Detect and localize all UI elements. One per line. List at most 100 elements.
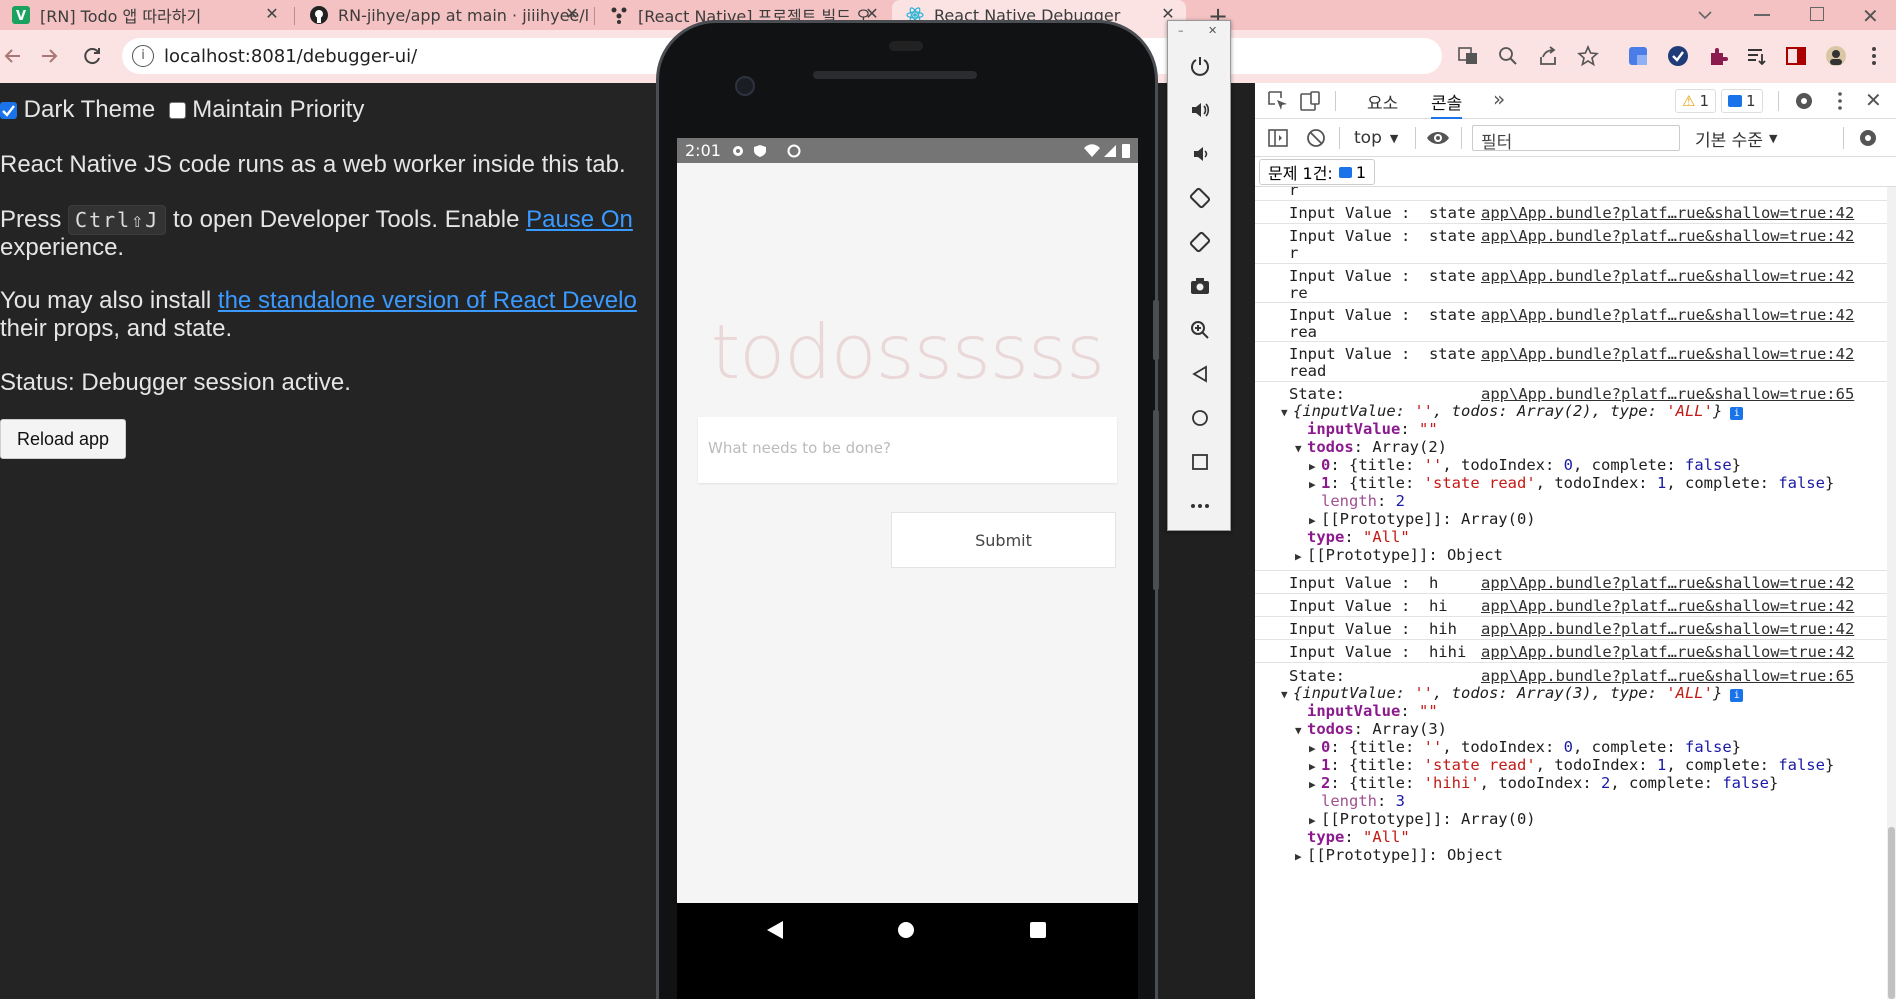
settings-gear-icon[interactable]: [1793, 90, 1815, 112]
nav-recents-icon[interactable]: [1030, 922, 1046, 938]
emulator-screen[interactable]: 2:01 todossssss What needs to be done? S…: [677, 138, 1138, 903]
reload-icon[interactable]: [80, 44, 104, 68]
window-close-icon[interactable]: ✕: [1862, 4, 1879, 28]
volume-down-icon[interactable]: [1188, 142, 1212, 166]
share-icon[interactable]: [1536, 44, 1560, 68]
property-todos[interactable]: ▼ todos: Array(3): [1295, 720, 1447, 738]
clear-console-icon[interactable]: [1305, 127, 1327, 149]
log-source-link[interactable]: app\App.bundle?platf…rue&shallow=true:42: [1481, 597, 1854, 615]
prototype-object-row[interactable]: ▶ [[Prototype]]: Object: [1295, 846, 1503, 864]
nav-home-icon[interactable]: [897, 921, 915, 939]
todo-input[interactable]: What needs to be done?: [698, 417, 1117, 483]
prototype-array-row[interactable]: ▶ [[Prototype]]: Array(0): [1309, 510, 1536, 528]
menu-icon[interactable]: [1862, 44, 1886, 68]
info-icon[interactable]: i: [1730, 407, 1744, 420]
rotate-left-icon[interactable]: [1188, 186, 1212, 210]
pause-on-link[interactable]: Pause On: [526, 206, 633, 233]
log-source-link[interactable]: app\App.bundle?platf…rue&shallow=true:65: [1481, 667, 1854, 685]
extensions-icon[interactable]: [1706, 44, 1730, 68]
more-menu-icon[interactable]: [1829, 90, 1851, 112]
dark-theme-checkbox[interactable]: [0, 102, 17, 119]
svg-text:V: V: [16, 9, 26, 24]
volume-up-icon[interactable]: [1188, 98, 1212, 122]
item-complete: false: [1685, 456, 1732, 474]
submit-button[interactable]: Submit: [891, 512, 1116, 568]
issues-button[interactable]: 문제 1건: 1: [1259, 159, 1376, 185]
side-panel-icon[interactable]: [1784, 44, 1808, 68]
log-source-link[interactable]: app\App.bundle?platf…rue&shallow=true:42: [1481, 306, 1854, 324]
emu-close-icon[interactable]: ✕: [1208, 24, 1217, 37]
reading-list-icon[interactable]: [1744, 44, 1768, 68]
standalone-devtools-link[interactable]: the standalone version of React Develo: [218, 287, 637, 314]
prototype-array-row[interactable]: ▶ [[Prototype]]: Array(0): [1309, 810, 1536, 828]
close-icon[interactable]: ✕: [264, 6, 280, 22]
device-toggle-icon[interactable]: [1299, 90, 1321, 112]
log-source-link[interactable]: app\App.bundle?platf…rue&shallow=true:42: [1481, 227, 1854, 245]
warning-counter[interactable]: ⚠ 1: [1675, 89, 1716, 113]
reload-app-button[interactable]: Reload app: [0, 419, 126, 459]
minimize-icon[interactable]: [1754, 14, 1770, 16]
power-icon[interactable]: [1188, 54, 1212, 78]
back-icon[interactable]: [1188, 362, 1212, 386]
log-continuation: read: [1289, 362, 1327, 380]
info-icon[interactable]: i: [1730, 689, 1744, 702]
emu-minimize-icon[interactable]: –: [1178, 24, 1184, 37]
console-settings-gear-icon[interactable]: [1857, 127, 1879, 149]
log-levels-dropdown[interactable]: 기본 수준 ▼: [1695, 126, 1777, 151]
todo-item-row[interactable]: ▶ 0: {title: '', todoIndex: 0, complete: …: [1309, 456, 1741, 474]
overview-icon[interactable]: [1188, 450, 1212, 474]
forward-icon[interactable]: [38, 44, 62, 68]
restore-icon[interactable]: [1810, 7, 1824, 21]
inspect-element-icon[interactable]: [1267, 90, 1289, 112]
log-source-link[interactable]: app\App.bundle?platf…rue&shallow=true:42: [1481, 574, 1854, 592]
translate-extension-icon[interactable]: [1626, 44, 1650, 68]
context-selector[interactable]: top ▼: [1354, 128, 1398, 148]
log-source-link[interactable]: app\App.bundle?platf…rue&shallow=true:42: [1481, 267, 1854, 285]
tab-console[interactable]: 콘솔: [1431, 89, 1463, 119]
todo-item-row[interactable]: ▶ 1: {title: 'state read', todoIndex: 1, …: [1309, 474, 1834, 492]
log-source-link[interactable]: app\App.bundle?platf…rue&shallow=true:42: [1481, 204, 1854, 222]
more-options-icon[interactable]: [1188, 494, 1212, 518]
sidebar-toggle-icon[interactable]: [1267, 127, 1289, 149]
check-extension-icon[interactable]: [1666, 44, 1690, 68]
maintain-priority-checkbox[interactable]: [168, 102, 186, 119]
message-counter[interactable]: 1: [1721, 89, 1763, 113]
object-summary[interactable]: ▼ {inputValue: '', todos: Array(3), type:…: [1281, 684, 1744, 702]
more-tabs-icon[interactable]: »: [1493, 87, 1505, 111]
tab-todo[interactable]: V [RN] Todo 앱 따라하기 ✕: [0, 0, 290, 30]
log-source-link[interactable]: app\App.bundle?platf…rue&shallow=true:65: [1481, 385, 1854, 403]
object-summary[interactable]: ▼ {inputValue: '', todos: Array(2), type:…: [1281, 402, 1744, 420]
camera-icon[interactable]: [1188, 274, 1212, 298]
bookmark-star-icon[interactable]: [1576, 44, 1600, 68]
log-source-link[interactable]: app\App.bundle?platf…rue&shallow=true:42: [1481, 620, 1854, 638]
tab-search-icon[interactable]: [1696, 6, 1714, 24]
profile-avatar-icon[interactable]: [1824, 44, 1848, 68]
log-message: Input Value : hihi: [1289, 643, 1467, 661]
home-icon[interactable]: [1188, 406, 1212, 430]
console-filter-input[interactable]: 필터: [1472, 125, 1680, 153]
console-scrollbar[interactable]: [1887, 187, 1896, 999]
todo-item-row[interactable]: ▶ 1: {title: 'state read', todoIndex: 1, …: [1309, 756, 1834, 774]
close-devtools-icon[interactable]: ✕: [1865, 88, 1882, 112]
back-icon[interactable]: [0, 44, 24, 68]
zoom-icon[interactable]: [1496, 44, 1520, 68]
tab-elements[interactable]: 요소: [1367, 89, 1398, 114]
todo-item-row[interactable]: ▶ 2: {title: 'hihi', todoIndex: 2, comple…: [1309, 774, 1778, 792]
rotate-right-icon[interactable]: [1188, 230, 1212, 254]
prototype-object-row[interactable]: ▶ [[Prototype]]: Object: [1295, 546, 1503, 564]
console-row: r: [1255, 187, 1887, 201]
log-source-link[interactable]: app\App.bundle?platf…rue&shallow=true:42: [1481, 643, 1854, 661]
live-expression-eye-icon[interactable]: [1426, 127, 1450, 149]
todo-item-row[interactable]: ▶ 0: {title: '', todoIndex: 0, complete: …: [1309, 738, 1741, 756]
tab-github[interactable]: RN-jihye/app at main · jiiihyee/l ✕: [298, 0, 590, 30]
zoom-icon[interactable]: [1188, 318, 1212, 342]
caret-right-icon: ▶: [1309, 760, 1316, 773]
property-todos[interactable]: ▼ todos: Array(2): [1295, 438, 1447, 456]
close-icon[interactable]: ✕: [564, 6, 580, 22]
translate-icon[interactable]: [1456, 44, 1480, 68]
nav-back-icon[interactable]: [765, 920, 785, 940]
scrollbar-thumb[interactable]: [1888, 827, 1895, 999]
log-source-link[interactable]: app\App.bundle?platf…rue&shallow=true:42: [1481, 345, 1854, 363]
info-icon[interactable]: i: [132, 45, 154, 67]
item-todo-index: 0: [1563, 456, 1574, 474]
